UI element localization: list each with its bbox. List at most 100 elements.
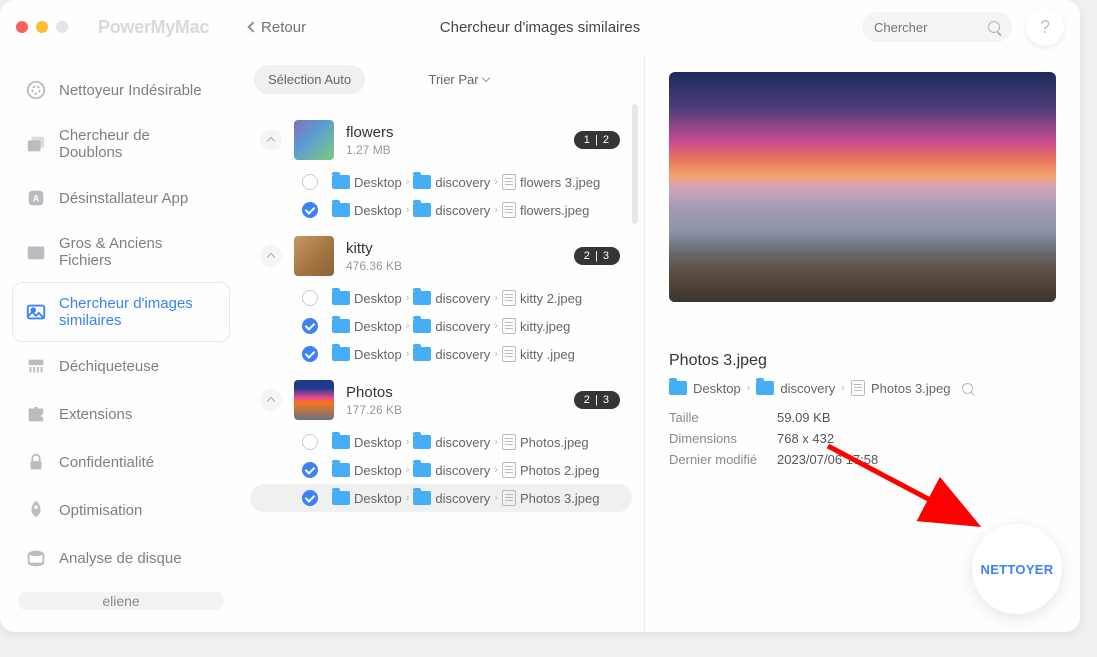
file-name: flowers 3.jpeg [520,175,600,190]
file-row[interactable]: Desktop›discovery›flowers 3.jpeg [250,168,632,196]
app-title: PowerMyMac [98,17,209,38]
folder-icon [413,347,431,361]
folder-icon [332,291,350,305]
sidebar-item-junk-cleaner[interactable]: Nettoyeur Indésirable [12,66,230,114]
image-icon [25,301,47,323]
sidebar: Nettoyeur Indésirable Chercheur de Doubl… [0,54,242,632]
sidebar-item-label: Chercheur d'images similaires [59,295,217,329]
file-row[interactable]: Desktop›discovery›kitty 2.jpeg [250,284,632,312]
checkbox[interactable] [302,290,318,306]
file-path: Desktop›discovery›flowers.jpeg [332,202,589,218]
archive-icon [25,241,47,263]
checkbox[interactable] [302,346,318,362]
auto-select-button[interactable]: Sélection Auto [254,65,365,94]
folder-icon [332,175,350,189]
folder-icon [332,491,350,505]
meta-label: Dernier modifié [669,450,777,471]
back-button[interactable]: Retour [249,19,306,36]
checkbox[interactable] [302,434,318,450]
sidebar-item-uninstaller[interactable]: A Désinstallateur App [12,174,230,222]
app-icon: A [25,187,47,209]
group-name: Photos [346,384,574,401]
group-name: kitty [346,240,574,257]
sidebar-item-large-files[interactable]: Gros & Anciens Fichiers [12,222,230,282]
search-input[interactable] [874,20,988,35]
group: flowers 1.27 MB 1 | 2 Desktop›discovery›… [242,112,640,224]
document-icon [851,380,865,396]
puzzle-icon [25,403,47,425]
file-row[interactable]: Desktop›discovery›Photos 3.jpeg [250,484,632,512]
results-panel: Sélection Auto Trier Par flowers 1.27 MB [242,54,645,632]
file-row[interactable]: Desktop›discovery›kitty.jpeg [250,312,632,340]
group: kitty 476.36 KB 2 | 3 Desktop›discovery›… [242,228,640,368]
back-label: Retour [261,19,306,36]
file-path: Desktop›discovery›Photos 3.jpeg [332,490,599,506]
group-header[interactable]: kitty 476.36 KB 2 | 3 [242,228,640,284]
file-path: Desktop›discovery›flowers 3.jpeg [332,174,600,190]
group-header[interactable]: Photos 177.26 KB 2 | 3 [242,372,640,428]
chevron-up-icon [267,253,275,261]
maximize-window-icon[interactable] [56,21,68,33]
collapse-button[interactable] [260,389,282,411]
file-row[interactable]: Desktop›discovery›Photos.jpeg [250,428,632,456]
sidebar-item-duplicates[interactable]: Chercheur de Doublons [12,114,230,174]
document-icon [502,346,516,362]
sidebar-item-label: Optimisation [59,502,142,519]
group-size: 1.27 MB [346,143,574,157]
file-name: kitty 2.jpeg [520,291,582,306]
detail-path[interactable]: Desktop› discovery› Photos 3.jpeg [669,380,1056,396]
sidebar-item-extensions[interactable]: Extensions [12,390,230,438]
folder-icon [756,381,774,395]
file-row[interactable]: Desktop›discovery›flowers.jpeg [250,196,632,224]
minimize-window-icon[interactable] [36,21,48,33]
sidebar-item-label: Extensions [59,406,132,423]
file-name: Photos 2.jpeg [520,463,600,478]
sidebar-item-privacy[interactable]: Confidentialité [12,438,230,486]
sidebar-item-similar-images[interactable]: Chercheur d'images similaires [12,282,230,342]
sidebar-item-disk-analysis[interactable]: Analyse de disque [12,534,230,582]
checkbox[interactable] [302,202,318,218]
sidebar-item-shredder[interactable]: Déchiqueteuse [12,342,230,390]
sidebar-item-label: Analyse de disque [59,550,182,567]
checkbox[interactable] [302,490,318,506]
file-path: Desktop›discovery›kitty .jpeg [332,346,575,362]
group: Photos 177.26 KB 2 | 3 Desktop›discovery… [242,372,640,512]
document-icon [502,434,516,450]
file-row[interactable]: Desktop›discovery›kitty .jpeg [250,340,632,368]
document-icon [502,290,516,306]
clean-button[interactable]: NETTOYER [972,524,1062,614]
reveal-icon[interactable] [962,383,973,394]
detail-filename: Photos 3.jpeg [669,352,1056,370]
file-row[interactable]: Desktop›discovery›Photos 2.jpeg [250,456,632,484]
file-name: Photos.jpeg [520,435,589,450]
checkbox[interactable] [302,462,318,478]
target-icon [25,79,47,101]
meta-value: 59.09 KB [777,408,831,429]
disk-icon [25,547,47,569]
meta-label: Taille [669,408,777,429]
close-window-icon[interactable] [16,21,28,33]
collapse-button[interactable] [260,245,282,267]
document-icon [502,174,516,190]
search-box[interactable] [862,12,1012,42]
file-path: Desktop›discovery›Photos.jpeg [332,434,589,450]
folder-icon [332,463,350,477]
collapse-button[interactable] [260,129,282,151]
sidebar-item-optimisation[interactable]: Optimisation [12,486,230,534]
group-thumbnail [294,380,334,420]
stack-icon [25,133,47,155]
group-info: Photos 177.26 KB [346,384,574,417]
sidebar-item-label: Chercheur de Doublons [59,127,217,161]
document-icon [502,490,516,506]
checkbox[interactable] [302,318,318,334]
group-thumbnail [294,236,334,276]
user-button[interactable]: eliene [18,592,224,610]
help-button[interactable]: ? [1026,8,1064,46]
folder-icon [332,347,350,361]
chevron-left-icon [247,21,258,32]
checkbox[interactable] [302,174,318,190]
sort-dropdown[interactable]: Trier Par [429,72,489,87]
group-thumbnail [294,120,334,160]
group-header[interactable]: flowers 1.27 MB 1 | 2 [242,112,640,168]
rocket-icon [25,499,47,521]
